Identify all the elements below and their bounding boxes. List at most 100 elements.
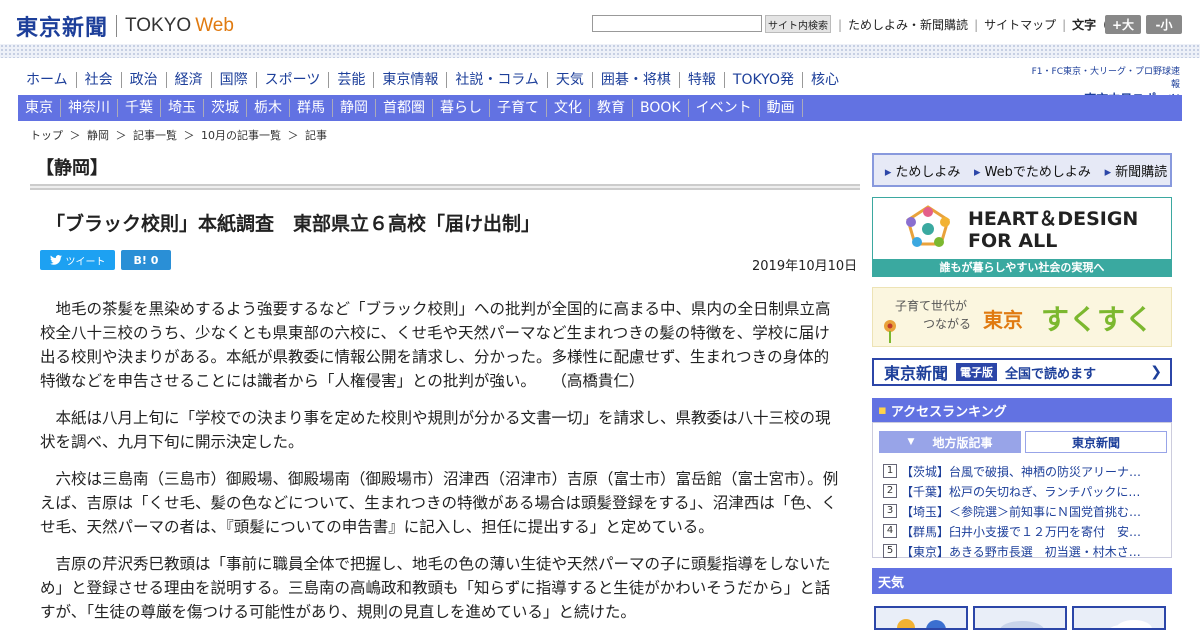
sub-nav: 東京 神奈川 千葉 埼玉 茨城 栃木 群馬 静岡 首都圏 暮らし 子育て 文化 …	[18, 95, 1182, 121]
breadcrumb-separator: ＞	[287, 129, 299, 142]
trial-link[interactable]: ▸ ためしよみ	[877, 161, 961, 180]
nav-international[interactable]: 国際	[212, 72, 257, 88]
trial-link-label: ためしよみ	[895, 164, 961, 180]
section-title: 【静岡】	[36, 158, 108, 179]
tweet-button[interactable]: ツイート	[40, 250, 115, 270]
tokyo-sukusuku-banner[interactable]: 子育て世代が つながる 東京 すくすく	[872, 287, 1172, 347]
heart-title-line2: FOR ALL	[968, 230, 1058, 252]
subnav-shutoken[interactable]: 首都圏	[376, 99, 433, 117]
rank-number: 3	[883, 504, 897, 518]
hatena-bookmark-button[interactable]: B! 0	[121, 250, 171, 270]
digital-edition-badge: 電子版	[956, 363, 998, 381]
digital-edition-banner[interactable]: 東京新聞 電子版 全国で読めます ❯	[872, 358, 1172, 386]
ranking-item[interactable]: 5 【東京】あきる野市長選 初当選・村木さ…	[883, 541, 1165, 561]
subnav-kyoiku[interactable]: 教育	[590, 99, 633, 117]
subnav-event[interactable]: イベント	[689, 99, 760, 117]
weather-panel[interactable]	[973, 606, 1067, 630]
chevron-right-icon: ❯	[1150, 364, 1162, 380]
digital-edition-logo: 東京新聞	[884, 364, 949, 383]
subscribe-link[interactable]: ▸ 新聞購読	[1097, 161, 1168, 180]
article-paragraph: 本紙は八月上旬に「学校での決まり事を定めた校則や規則が分かる文書一切」を請求し、…	[40, 409, 831, 451]
ranking-item[interactable]: 1 【茨城】台風で破損、神栖の防災アリーナ…	[883, 461, 1165, 481]
nav-go-shogi[interactable]: 囲碁・将棋	[593, 72, 680, 88]
sukusuku-title: すくすく	[1041, 303, 1154, 336]
nav-society[interactable]: 社会	[77, 72, 122, 88]
ranking-list: 1 【茨城】台風で破損、神栖の防災アリーナ… 2 【千葉】松戸の矢切ねぎ、ランチパッ…	[883, 461, 1165, 561]
rank-title: 【東京】あきる野市長選 初当選・村木さ…	[901, 544, 1141, 559]
subnav-video[interactable]: 動画	[760, 99, 803, 117]
trial-subscribe-link[interactable]: ためしよみ・新聞購読	[848, 16, 968, 33]
cloud-icon	[1110, 620, 1152, 628]
cloud-icon	[1000, 621, 1044, 628]
article-paragraph: 吉原の芹沢秀巳教頭は「事前に職員全体で把握し、地毛の色の薄い生徒や天然パーマの子…	[40, 555, 831, 621]
subnav-kosodate[interactable]: 子育て	[490, 99, 547, 117]
sitemap-link[interactable]: サイトマップ	[984, 16, 1056, 33]
rank-title: 【群馬】臼井小支援で１２万円を寄付 安…	[901, 524, 1142, 539]
chevron-right-icon: ▸	[1104, 164, 1112, 180]
ranking-item[interactable]: 4 【群馬】臼井小支援で１２万円を寄付 安…	[883, 521, 1165, 541]
nav-politics[interactable]: 政治	[122, 72, 167, 88]
nav-tokyo-hatsu[interactable]: TOKYO発	[725, 72, 803, 88]
sun-icon	[897, 619, 946, 628]
logo-web: Web	[195, 15, 234, 36]
link-separator: |	[974, 17, 979, 32]
nav-sports[interactable]: スポーツ	[257, 72, 330, 88]
ranking-tab-regional[interactable]: ▼ 地方版記事	[879, 431, 1021, 453]
breadcrumb-separator: ＞	[183, 129, 195, 142]
search-input[interactable]	[592, 15, 762, 32]
subscribe-link-label: 新聞購読	[1115, 164, 1168, 180]
sukusuku-sub-line2: つながる	[923, 317, 972, 331]
breadcrumb-october-list[interactable]: 10月の記事一覧	[201, 129, 281, 142]
nav-tokyo-info[interactable]: 東京情報	[374, 72, 448, 88]
nav-editorial[interactable]: 社説・コラム	[447, 72, 548, 88]
subscription-links: ▸ ためしよみ ▸ Webでためしよみ ▸ 新聞購読	[872, 153, 1172, 187]
subnav-chiba[interactable]: 千葉	[118, 99, 161, 117]
font-smaller-button[interactable]: -小	[1146, 15, 1182, 34]
weather-panel[interactable]	[1072, 606, 1166, 630]
site-logo[interactable]: 東京新聞 TOKYO Web	[16, 10, 234, 42]
nav-entertainment[interactable]: 芸能	[329, 72, 375, 88]
link-separator: |	[838, 17, 843, 32]
nav-weather[interactable]: 天気	[548, 72, 593, 88]
chevron-right-icon: ▸	[884, 164, 892, 180]
breadcrumb-shizuoka[interactable]: 静岡	[87, 129, 109, 142]
subnav-kanagawa[interactable]: 神奈川	[61, 99, 118, 117]
ranking-tab-tokyo[interactable]: 東京新聞	[1025, 431, 1167, 453]
heart-design-banner[interactable]: HEART＆DESIGN FOR ALL 誰もが暮らしやすい社会の実現へ	[872, 197, 1172, 277]
subnav-shizuoka[interactable]: 静岡	[333, 99, 376, 117]
rank-title: 【埼玉】＜参院選＞前知事にＮ国党首挑む…	[901, 504, 1142, 519]
nav-tokuho[interactable]: 特報	[680, 72, 725, 88]
sukusuku-sub-line1: 子育て世代が	[895, 299, 968, 313]
subnav-ibaraki[interactable]: 茨城	[204, 99, 247, 117]
weather-panel[interactable]	[874, 606, 968, 630]
chevron-right-icon: ▸	[974, 164, 981, 180]
web-trial-link[interactable]: ▸ Webでためしよみ	[966, 161, 1091, 180]
search-button[interactable]: サイト内検索	[765, 15, 831, 33]
breadcrumb-separator: ＞	[115, 129, 127, 142]
square-bullet-icon: ▪	[878, 402, 887, 418]
nav-kakushin[interactable]: 核心	[803, 72, 847, 88]
subnav-tokyo[interactable]: 東京	[18, 99, 61, 117]
nav-home[interactable]: ホーム	[18, 72, 77, 88]
link-separator: |	[1062, 17, 1067, 32]
rank-title: 【千葉】松戸の矢切ねぎ、ランチパックに…	[901, 484, 1141, 499]
web-trial-link-label: Webでためしよみ	[984, 164, 1091, 180]
subnav-book[interactable]: BOOK	[633, 99, 689, 117]
rank-title: 【茨城】台風で破損、神栖の防災アリーナ…	[901, 464, 1142, 479]
subnav-kurashi[interactable]: 暮らし	[433, 99, 490, 117]
ranking-header: ▪ アクセスランキング	[872, 398, 1172, 422]
ranking-item[interactable]: 2 【千葉】松戸の矢切ねぎ、ランチパックに…	[883, 481, 1165, 501]
font-larger-button[interactable]: +大	[1105, 15, 1141, 34]
subnav-bunka[interactable]: 文化	[547, 99, 590, 117]
subnav-gunma[interactable]: 群馬	[290, 99, 333, 117]
ranking-item[interactable]: 3 【埼玉】＜参院選＞前知事にＮ国党首挑む…	[883, 501, 1165, 521]
rank-number: 4	[883, 524, 897, 538]
weather-header: 天気	[872, 568, 1172, 594]
main-nav: ホーム 社会 政治 経済 国際 スポーツ 芸能 東京情報 社説・コラム 天気 囲…	[18, 68, 847, 92]
subnav-tochigi[interactable]: 栃木	[247, 99, 290, 117]
subnav-saitama[interactable]: 埼玉	[161, 99, 204, 117]
breadcrumb-article-list[interactable]: 記事一覧	[133, 129, 177, 142]
nav-economy[interactable]: 経済	[167, 72, 212, 88]
article-paragraph: 六校は三島南（三島市）御殿場、御殿場南（御殿場市）沼津西（沼津市）吉原（富士市）…	[40, 470, 839, 536]
breadcrumb-top[interactable]: トップ	[30, 129, 63, 142]
